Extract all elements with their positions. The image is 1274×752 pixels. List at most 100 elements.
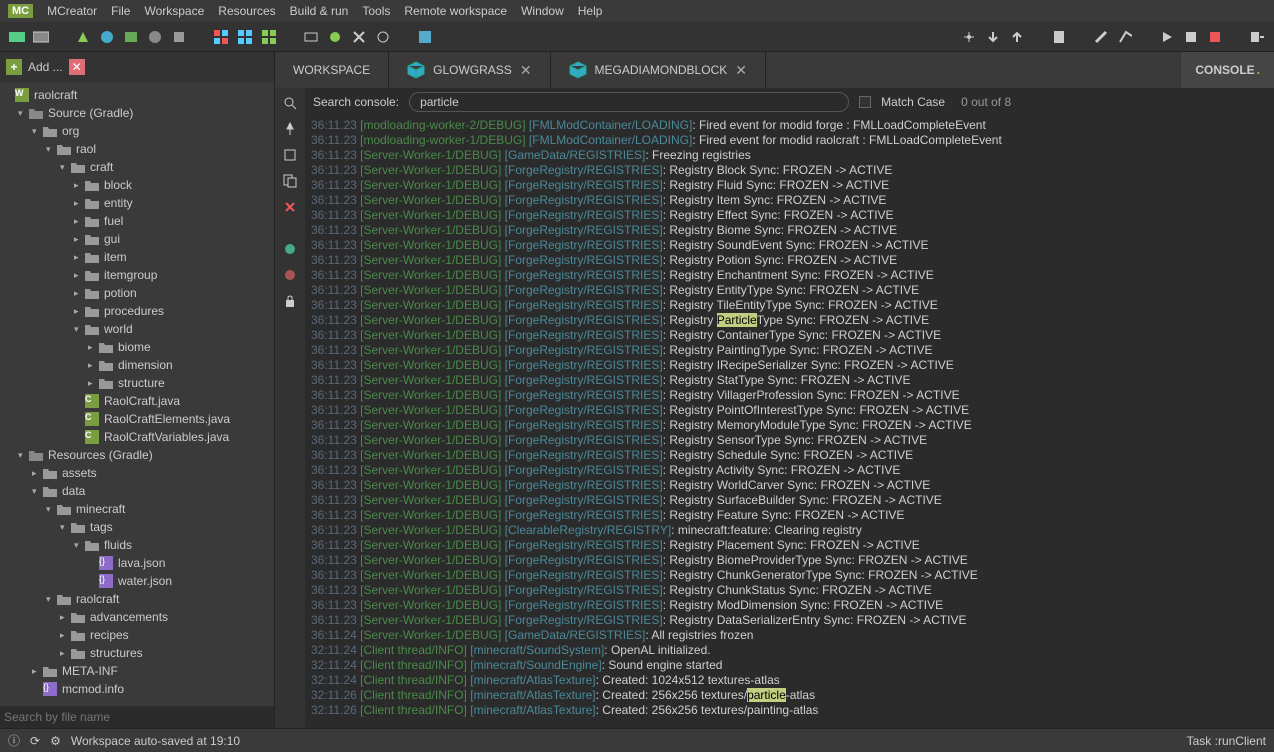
tree-node[interactable]: ▸dimension [0, 356, 274, 374]
toolbar-icon[interactable] [32, 28, 50, 46]
search-label: Search console: [313, 95, 399, 109]
menu-mcreator[interactable]: MCreator [47, 4, 97, 18]
info-icon[interactable]: ⓘ [8, 732, 20, 749]
menu-build[interactable]: Build & run [290, 4, 349, 18]
toolbar-icon[interactable] [212, 28, 230, 46]
tree-node[interactable]: ▸procedures [0, 302, 274, 320]
tree-node[interactable]: ▸fuel [0, 212, 274, 230]
tree-node[interactable]: ▾world [0, 320, 274, 338]
tree-node[interactable]: ▾raol [0, 140, 274, 158]
file-tree[interactable]: Wraolcraft▾Source (Gradle)▾org▾raol▾craf… [0, 82, 274, 706]
close-icon[interactable]: ✕ [520, 62, 532, 79]
toolbar-icon[interactable] [1092, 28, 1110, 46]
menu-remote[interactable]: Remote workspace [404, 4, 507, 18]
toolbar-icon[interactable] [146, 28, 164, 46]
tree-node[interactable]: ▾Source (Gradle) [0, 104, 274, 122]
tree-node[interactable]: ▸recipes [0, 626, 274, 644]
tree-node[interactable]: ▸META-INF [0, 662, 274, 680]
menu-file[interactable]: File [111, 4, 130, 18]
tree-node[interactable]: ▸entity [0, 194, 274, 212]
search-icon[interactable] [281, 94, 299, 112]
close-icon[interactable]: ✕ [735, 62, 747, 79]
tree-node[interactable]: ▾craft [0, 158, 274, 176]
status-task: Task :runClient [1187, 734, 1266, 748]
toolbar-icon[interactable] [1050, 28, 1068, 46]
tree-node[interactable]: ▸advancements [0, 608, 274, 626]
tree-node[interactable]: ▸structures [0, 644, 274, 662]
tree-node[interactable]: ▸itemgroup [0, 266, 274, 284]
tree-node[interactable]: ▾fluids [0, 536, 274, 554]
copy-icon[interactable] [281, 172, 299, 190]
match-case-label: Match Case [881, 95, 945, 109]
toolbar-icon[interactable] [960, 28, 978, 46]
search-count: 0 out of 8 [961, 95, 1011, 109]
tree-node[interactable]: ▸item [0, 248, 274, 266]
tree-node[interactable]: CRaolCraftElements.java [0, 410, 274, 428]
toolbar-icon[interactable] [374, 28, 392, 46]
toolbar-icon[interactable] [8, 28, 26, 46]
menu-tools[interactable]: Tools [362, 4, 390, 18]
tree-node[interactable]: ▾Resources (Gradle) [0, 446, 274, 464]
console-log[interactable]: 36:11.23 [modloading-worker-2/DEBUG] [FM… [305, 116, 1274, 728]
wrap-icon[interactable] [281, 146, 299, 164]
console-search-input[interactable] [409, 92, 849, 112]
filter-icon[interactable] [281, 266, 299, 284]
tree-node[interactable]: ▾data [0, 482, 274, 500]
menu-workspace[interactable]: Workspace [144, 4, 204, 18]
tab-console[interactable]: CONSOLE. [1181, 52, 1274, 88]
play-icon[interactable] [1158, 28, 1176, 46]
toolbar-down-icon[interactable] [984, 28, 1002, 46]
toolbar-icon[interactable] [302, 28, 320, 46]
lock-icon[interactable] [281, 292, 299, 310]
gear-icon[interactable]: ⚙ [50, 734, 61, 748]
tree-node[interactable]: {}lava.json [0, 554, 274, 572]
toolbar-icon[interactable] [350, 28, 368, 46]
pin-icon[interactable] [281, 120, 299, 138]
filter-icon[interactable] [281, 240, 299, 258]
tab-glowgrass[interactable]: GLOWGRASS✕ [389, 52, 550, 88]
stop-icon[interactable] [1182, 28, 1200, 46]
toolbar-icon[interactable] [170, 28, 188, 46]
match-case-checkbox[interactable] [859, 96, 871, 108]
tree-node[interactable]: ▸potion [0, 284, 274, 302]
tree-node[interactable]: ▸gui [0, 230, 274, 248]
cube-icon [407, 61, 425, 79]
export-icon[interactable] [1248, 28, 1266, 46]
tree-node[interactable]: CRaolCraft.java [0, 392, 274, 410]
sync-icon[interactable]: ⟳ [30, 734, 40, 748]
tree-node[interactable]: Wraolcraft [0, 86, 274, 104]
toolbar-icon[interactable] [326, 28, 344, 46]
tree-search-input[interactable] [0, 706, 274, 728]
toolbar-icon[interactable] [236, 28, 254, 46]
menu-resources[interactable]: Resources [218, 4, 275, 18]
tab-megadiamond[interactable]: MEGADIAMONDBLOCK✕ [551, 52, 766, 88]
tree-node[interactable]: ▸assets [0, 464, 274, 482]
menu-help[interactable]: Help [578, 4, 603, 18]
tree-node[interactable]: ▸structure [0, 374, 274, 392]
toolbar-icon[interactable] [260, 28, 278, 46]
toolbar-icon[interactable] [122, 28, 140, 46]
toolbar-icon[interactable] [98, 28, 116, 46]
clear-icon[interactable] [281, 198, 299, 216]
tree-node[interactable]: ▾org [0, 122, 274, 140]
add-button[interactable]: + [6, 59, 22, 75]
tree-node[interactable]: ▸block [0, 176, 274, 194]
status-text: Workspace auto-saved at 19:10 [71, 734, 240, 748]
toolbar-icon[interactable] [74, 28, 92, 46]
toolbar-icon[interactable] [1116, 28, 1134, 46]
add-label[interactable]: Add ... [28, 60, 63, 74]
tree-node[interactable]: ▾tags [0, 518, 274, 536]
tab-workspace[interactable]: WORKSPACE [275, 52, 389, 88]
tree-node[interactable]: {}mcmod.info [0, 680, 274, 698]
tree-node[interactable]: {}water.json [0, 572, 274, 590]
tree-node[interactable]: ▾minecraft [0, 500, 274, 518]
status-bar: ⓘ ⟳ ⚙ Workspace auto-saved at 19:10 Task… [0, 728, 1274, 752]
record-icon[interactable] [1206, 28, 1224, 46]
tree-node[interactable]: CRaolCraftVariables.java [0, 428, 274, 446]
menu-window[interactable]: Window [521, 4, 564, 18]
toolbar-icon[interactable] [416, 28, 434, 46]
delete-button[interactable]: ✕ [69, 59, 85, 75]
tree-node[interactable]: ▾raolcraft [0, 590, 274, 608]
tree-node[interactable]: ▸biome [0, 338, 274, 356]
toolbar-up-icon[interactable] [1008, 28, 1026, 46]
